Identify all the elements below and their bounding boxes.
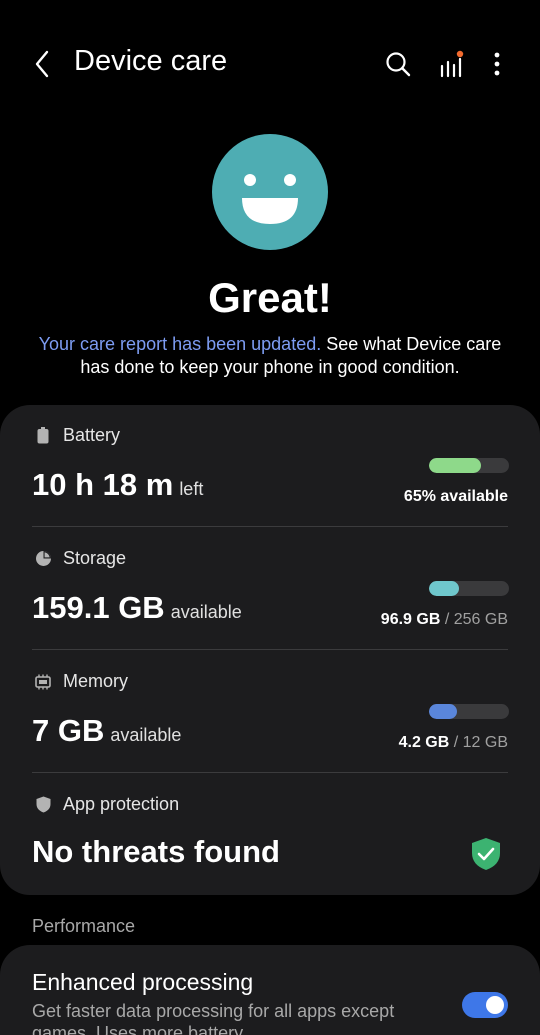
memory-used: 4.2 GB [398,734,450,751]
storage-used: 96.9 GB [380,611,441,628]
storage-bar-fill [429,581,460,596]
storage-pie-icon [34,550,52,568]
stats-button[interactable] [434,46,468,82]
battery-percent: 65% available [403,488,508,505]
shield-check-icon [472,838,500,870]
memory-available: 7 GB [32,713,105,748]
page-title: Device care [74,45,228,77]
divider [32,772,508,773]
memory-suffix: available [110,725,182,745]
storage-section[interactable]: Storage 159.1 GB available 96.9 GB / 256… [0,528,540,651]
memory-total: / 12 GB [453,734,508,751]
enhanced-processing-description: Get faster data processing for all apps … [32,1001,395,1035]
storage-bar [429,581,509,596]
storage-available: 159.1 GB [32,590,165,625]
battery-label: Battery [63,425,121,445]
smiley-face-icon [212,134,328,250]
shield-icon [34,796,52,814]
performance-section-header: Performance [32,916,136,936]
device-care-card: Battery 10 h 18 m left 65% available Sto… [0,405,540,895]
memory-label: Memory [63,671,129,691]
battery-bar [429,458,509,473]
storage-total: / 256 GB [444,611,508,628]
app-protection-label: App protection [63,794,180,814]
status-headline: Great! [208,274,332,321]
enhanced-processing-toggle[interactable] [462,992,508,1018]
more-options-button[interactable] [480,46,514,82]
battery-bar-fill [429,458,481,473]
divider [32,649,508,650]
notification-dot [456,50,464,58]
storage-suffix: available [170,602,242,622]
app-bar: Device care [0,0,540,128]
chevron-left-icon [35,50,49,78]
divider [32,526,508,527]
memory-bar-fill [429,704,457,719]
storage-label: Storage [63,548,127,568]
toggle-knob [486,996,504,1014]
battery-time-left: 10 h 18 m [32,467,174,502]
enhanced-processing-title: Enhanced processing [32,969,254,995]
app-protection-status: No threats found [32,834,280,869]
care-report-text: Your care report has been updated. See w… [30,333,510,379]
enhanced-processing-card[interactable]: Enhanced processing Get faster data proc… [0,945,540,1035]
memory-section[interactable]: Memory 7 GB available 4.2 GB / 12 GB [0,651,540,774]
search-icon [386,52,411,77]
battery-suffix: left [179,479,204,499]
memory-bar [429,704,509,719]
search-button[interactable] [381,46,415,82]
back-button[interactable] [26,46,58,82]
battery-section[interactable]: Battery 10 h 18 m left 65% available [0,405,540,528]
care-report-link[interactable]: Your care report has been updated. [39,334,322,354]
app-protection-section[interactable]: App protection No threats found [0,774,540,897]
signal-bars-icon [440,50,464,78]
battery-icon [34,427,52,445]
memory-chip-icon [34,673,52,691]
more-vertical-icon [494,52,500,76]
